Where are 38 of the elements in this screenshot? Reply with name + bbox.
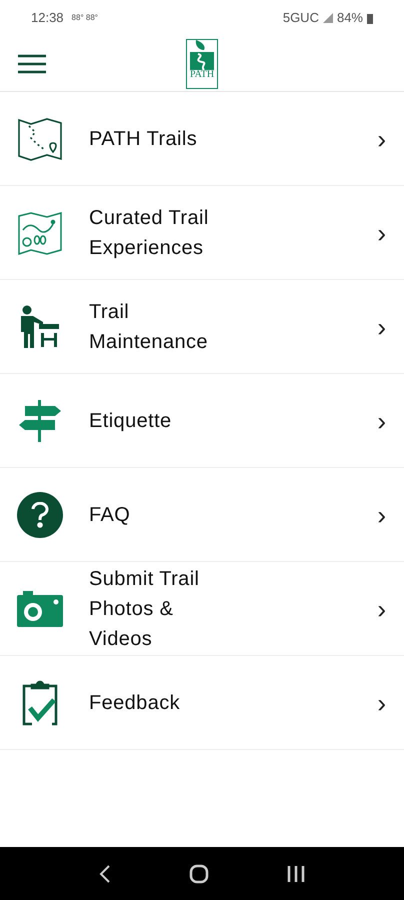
map-icon (17, 210, 63, 256)
chevron: › (377, 220, 386, 246)
menu-item[interactable]: Feedback › (0, 656, 404, 750)
menu-item[interactable]: Curated Trail Experiences › (0, 186, 404, 280)
battery-icon (367, 12, 373, 24)
chevron: › (377, 502, 386, 528)
menu-label: Feedback (89, 690, 182, 716)
recent-apps-icon[interactable] (287, 866, 305, 882)
chevron: › (377, 314, 386, 340)
signpost-icon (17, 398, 63, 444)
menu-item[interactable]: Etiquette › (0, 374, 404, 468)
menu-item[interactable]: Trail Maintenance › (0, 280, 404, 374)
menu-label: FAQ (89, 502, 132, 528)
menu-icon[interactable] (18, 54, 46, 74)
menu-label: Etiquette (89, 408, 173, 434)
menu-label: PATH Trails (89, 126, 198, 152)
status-time: 12:38 (31, 9, 64, 28)
menu-item[interactable]: FAQ › (0, 468, 404, 562)
clipboard-icon (20, 680, 60, 726)
menu-item[interactable]: Submit Trail Photos & Videos › (0, 562, 404, 656)
status-weather: 88° 88° (72, 12, 98, 24)
map-icon (17, 116, 63, 162)
battery-label: 84% (336, 9, 363, 28)
signal-icon (322, 13, 333, 23)
chevron: › (377, 690, 386, 716)
chevron: › (377, 596, 386, 622)
chevron: › (377, 408, 386, 434)
menu-label: Submit Trail Photos & Videos (89, 566, 200, 652)
chevron: › (377, 126, 386, 152)
camera-icon (17, 590, 63, 626)
menu-label: Curated Trail Experiences (89, 206, 210, 260)
home-icon[interactable] (189, 864, 209, 884)
question-icon (17, 492, 63, 538)
menu-item[interactable]: PATH Trails › (0, 92, 404, 186)
back-icon[interactable] (99, 864, 111, 882)
logo-text: PATH (190, 70, 214, 80)
menu-label: Trail Maintenance (89, 300, 209, 354)
network-label: 5GUC (282, 9, 319, 28)
